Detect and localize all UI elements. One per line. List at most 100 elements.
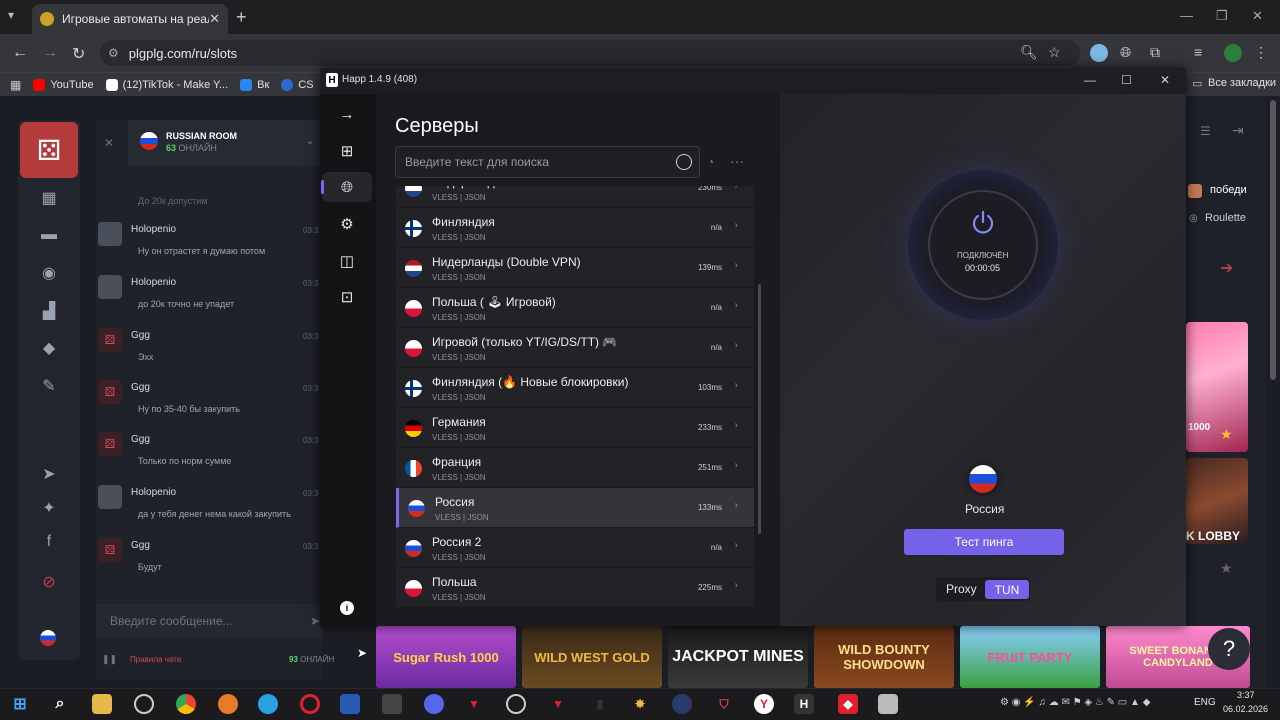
app-star-icon[interactable]: ✸ [630, 694, 650, 714]
game-jackpot-mines[interactable]: JACKPOT MINES [668, 626, 808, 688]
restore-icon[interactable]: ❐ [1216, 8, 1228, 24]
minimize-icon[interactable]: — [1180, 8, 1193, 23]
chevron-right-icon[interactable]: › [735, 500, 738, 511]
zoom-icon[interactable]: 🔍︎ [1020, 44, 1038, 61]
send-icon[interactable]: ➤ [310, 614, 320, 628]
favorite-star-icon[interactable]: ★ [1220, 426, 1233, 443]
tab-close-icon[interactable]: ✕ [209, 11, 220, 27]
clock-date[interactable]: 06.02.2026 [1223, 704, 1268, 714]
mouse-app-icon[interactable]: ▮ [590, 694, 610, 714]
profile-avatar[interactable] [1224, 44, 1242, 62]
twitter-icon[interactable]: ✦ [36, 498, 62, 518]
nav-arrow-icon[interactable]: → [334, 101, 360, 127]
chat-avatar[interactable]: ⚄ [98, 328, 122, 352]
chat-avatar[interactable] [98, 485, 122, 509]
chat-username[interactable]: Holopenio [131, 487, 176, 498]
tab-search-icon[interactable]: ▾ [8, 8, 14, 22]
mode-proxy[interactable]: Proxy [946, 582, 977, 596]
chrome-icon[interactable] [176, 694, 196, 714]
speedtest-icon[interactable]: ◔ [707, 155, 714, 169]
address-bar[interactable]: ⚙ plgplg.com/ru/slots [100, 40, 1080, 66]
help-button[interactable]: ? [1208, 628, 1250, 670]
back-icon[interactable]: ← [12, 44, 28, 62]
chevron-right-icon[interactable]: › [735, 300, 738, 311]
app-red-icon[interactable]: ▼ [464, 694, 484, 714]
facebook-icon[interactable]: f [36, 533, 62, 551]
apps-grid-icon[interactable]: ▦ [10, 78, 21, 92]
favorite-star-icon[interactable]: ★ [1220, 560, 1233, 577]
dice-logo-icon[interactable]: ⚄ [20, 122, 78, 178]
chevron-right-icon[interactable]: › [735, 186, 738, 191]
server-row[interactable]: Нидерланды VLESS | JSON 230ms › [396, 186, 754, 208]
chat-avatar[interactable] [98, 275, 122, 299]
bookmark-youtube[interactable]: YouTube [33, 78, 94, 91]
chevron-down-icon[interactable]: ⌄ [306, 136, 314, 147]
telegram-taskbar-icon[interactable] [258, 694, 278, 714]
game-showdown[interactable]: WILD BOUNTY SHOWDOWN [814, 626, 954, 688]
live-icon[interactable]: ◉ [36, 263, 62, 283]
menu-kebab-icon[interactable]: ⋮ [1254, 44, 1268, 61]
chevron-right-icon[interactable]: › [735, 460, 738, 471]
stats-icon[interactable]: ▟ [36, 301, 62, 321]
telegram-icon[interactable]: ➤ [36, 464, 62, 484]
sport-icon[interactable]: ✎ [36, 376, 62, 396]
server-row[interactable]: Польша ( 🕹 Игровой) VLESS | JSON n/a › [396, 288, 754, 328]
extension-icon[interactable] [1090, 44, 1108, 62]
clock-time[interactable]: 3:37 [1237, 690, 1255, 700]
happ-minimize-icon[interactable]: — [1084, 73, 1096, 87]
app-window-icon[interactable] [878, 694, 898, 714]
chat-avatar[interactable]: ⚄ [98, 538, 122, 562]
info-icon[interactable]: i [340, 601, 354, 615]
happ-taskbar-icon[interactable]: H [794, 694, 814, 714]
extensions-icon[interactable]: ⧉ [1150, 44, 1160, 61]
happ-close-icon[interactable]: ✕ [1160, 73, 1170, 87]
new-tab-button[interactable]: + [236, 7, 247, 28]
connect-button[interactable] [928, 190, 1038, 300]
language-flag-icon[interactable] [40, 630, 56, 646]
server-row[interactable]: Франция VLESS | JSON 251ms › [396, 448, 754, 488]
bookmark-cs[interactable]: CS [281, 78, 314, 91]
nav-add-icon[interactable]: ⊞ [334, 138, 360, 164]
nav-stats-icon[interactable]: ◫ [334, 248, 360, 274]
opera-icon[interactable] [300, 694, 320, 714]
chat-rules-link[interactable]: Правила чата [130, 655, 181, 664]
page-scrollbar[interactable] [1270, 100, 1276, 380]
nav-logs-icon[interactable]: ⊡ [334, 284, 360, 310]
login-icon[interactable]: ⇥ [1232, 122, 1244, 139]
media-control-icon[interactable]: ≡ [1194, 44, 1202, 60]
chevron-right-icon[interactable]: › [735, 220, 738, 231]
chat-username[interactable]: Holopenio [131, 277, 176, 288]
chat-avatar[interactable] [98, 222, 122, 246]
chat-avatar[interactable]: ⚄ [98, 380, 122, 404]
happ-maximize-icon[interactable]: ☐ [1121, 73, 1132, 87]
yandex-icon[interactable]: Y [754, 694, 774, 714]
browser-orange-icon[interactable] [218, 694, 238, 714]
slots-icon[interactable]: ▦ [36, 188, 62, 208]
app-red3-icon[interactable]: ◆ [838, 694, 858, 714]
chat-username[interactable]: Holopenio [131, 224, 176, 235]
server-row[interactable]: Финляндия (🔥 Новые блокировки) VLESS | JS… [396, 368, 754, 408]
pause-icon[interactable]: ❚❚ [102, 654, 117, 665]
chevron-right-icon[interactable]: › [735, 340, 738, 351]
server-list-scrollbar[interactable] [758, 284, 761, 534]
shield-icon[interactable]: ⛉ [714, 694, 734, 714]
app-blue-icon[interactable] [672, 694, 692, 714]
chat-close-icon[interactable]: ✕ [104, 136, 114, 150]
app-icon[interactable] [382, 694, 402, 714]
chat-username[interactable]: Ggg [131, 434, 150, 445]
app-circle-icon[interactable] [506, 694, 526, 714]
browser-tab[interactable]: Игровые автоматы на реальн ✕ [32, 4, 228, 34]
search-icon[interactable] [676, 154, 692, 170]
server-row[interactable]: Финляндия VLESS | JSON n/a › [396, 208, 754, 248]
server-row[interactable]: Нидерланды (Double VPN) VLESS | JSON 139ms… [396, 248, 754, 288]
server-row[interactable]: Германия VLESS | JSON 233ms › [396, 408, 754, 448]
server-row[interactable]: Россия 2 VLESS | JSON n/a › [396, 528, 754, 568]
game-fruit-party[interactable]: FRUIT PARTY [960, 626, 1100, 688]
server-row[interactable]: Игровой (только YT/IG/DS/TT) 🎮 VLESS | JS… [396, 328, 754, 368]
nav-settings-icon[interactable]: ⚙ [334, 211, 360, 237]
server-row[interactable]: Польша VLESS | JSON 225ms › [396, 568, 754, 608]
remote-desktop-icon[interactable] [340, 694, 360, 714]
chevron-right-icon[interactable]: › [735, 540, 738, 551]
chat-avatar[interactable]: ⚄ [98, 432, 122, 456]
explorer-icon[interactable] [92, 694, 112, 714]
